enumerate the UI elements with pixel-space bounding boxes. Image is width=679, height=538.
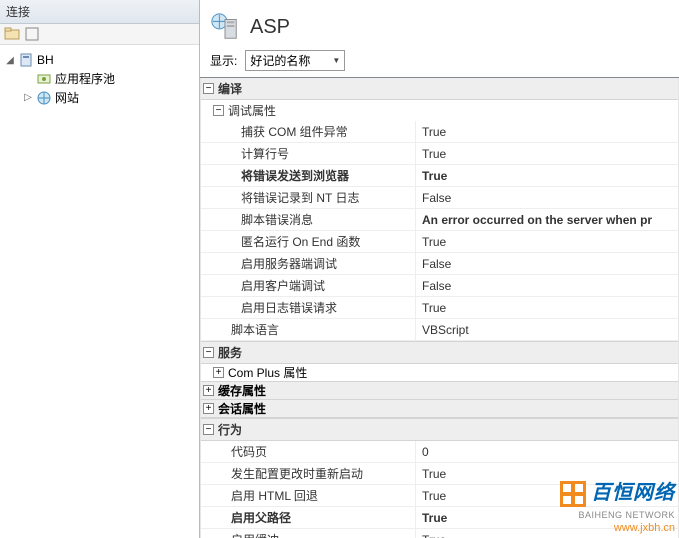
display-filter-row: 显示: 好记的名称 ▼: [200, 48, 679, 77]
property-value[interactable]: 0: [416, 443, 678, 461]
property-label: 计算行号: [201, 143, 416, 164]
property-row[interactable]: 脚本语言VBScript: [201, 319, 678, 341]
property-label: 脚本语言: [201, 319, 416, 340]
property-value[interactable]: VBScript: [416, 321, 678, 339]
expand-icon[interactable]: ▷: [22, 92, 34, 104]
property-value[interactable]: True: [416, 233, 678, 251]
property-value[interactable]: False: [416, 277, 678, 295]
category-row-service[interactable]: − 服务: [201, 341, 678, 364]
connections-title: 连接: [0, 0, 199, 24]
property-row[interactable]: 启用服务器端调试False: [201, 253, 678, 275]
page-title: ASP: [250, 16, 290, 39]
property-label: 捕获 COM 组件异常: [201, 121, 416, 142]
content-header: ASP: [200, 0, 679, 48]
expand-box-icon[interactable]: +: [213, 367, 224, 378]
property-row[interactable]: 将错误发送到浏览器True: [201, 165, 678, 187]
property-row[interactable]: 匿名运行 On End 函数True: [201, 231, 678, 253]
category-label: 缓存属性: [218, 382, 266, 399]
property-value[interactable]: False: [416, 189, 678, 207]
property-row[interactable]: 脚本错误消息An error occurred on the server wh…: [201, 209, 678, 231]
refresh-icon[interactable]: [24, 26, 40, 42]
tree-server-node[interactable]: ◢ BH: [0, 51, 199, 69]
connections-panel: 连接 ◢ BH 应用程序池 ▷ 网站: [0, 0, 200, 538]
property-row[interactable]: 启用日志错误请求True: [201, 297, 678, 319]
property-label: 脚本错误消息: [201, 209, 416, 230]
property-label: 将错误记录到 NT 日志: [201, 187, 416, 208]
category-label: 服务: [218, 342, 242, 363]
display-select[interactable]: 好记的名称 ▼: [245, 50, 345, 71]
property-label: 启用日志错误请求: [201, 297, 416, 318]
folder-icon[interactable]: [4, 26, 20, 42]
property-value[interactable]: An error occurred on the server when pr: [416, 211, 678, 229]
display-select-value: 好记的名称: [250, 52, 310, 69]
category-label: 调试属性: [228, 100, 276, 121]
category-row-compile[interactable]: − 编译: [201, 78, 678, 100]
category-row-complus[interactable]: + Com Plus 属性: [201, 364, 678, 382]
property-grid[interactable]: − 编译 − 调试属性 捕获 COM 组件异常True 计算行号True 将错误…: [200, 77, 679, 538]
property-label: 将错误发送到浏览器: [201, 165, 416, 186]
watermark-en: BAIHENG NETWORK: [560, 510, 675, 520]
display-label: 显示:: [210, 52, 237, 69]
category-label: 行为: [218, 419, 242, 440]
tree-app-pools[interactable]: 应用程序池: [0, 69, 199, 88]
collapse-box-icon[interactable]: −: [203, 424, 214, 435]
property-row[interactable]: 计算行号True: [201, 143, 678, 165]
sites-icon: [36, 90, 52, 106]
chevron-down-icon: ▼: [332, 56, 340, 65]
category-row-session[interactable]: + 会话属性: [201, 400, 678, 418]
property-label: 启用 HTML 回退: [201, 485, 416, 506]
expand-box-icon[interactable]: +: [203, 403, 214, 414]
property-value[interactable]: True: [416, 299, 678, 317]
property-value[interactable]: True: [416, 167, 678, 185]
expand-box-icon[interactable]: +: [203, 385, 214, 396]
property-row[interactable]: 捕获 COM 组件异常True: [201, 121, 678, 143]
property-row[interactable]: 代码页0: [201, 441, 678, 463]
collapse-box-icon[interactable]: −: [203, 347, 214, 358]
category-label: 编译: [218, 78, 242, 99]
spacer-icon: [22, 73, 34, 85]
property-value[interactable]: False: [416, 255, 678, 273]
property-label: 发生配置更改时重新启动: [201, 463, 416, 484]
property-row[interactable]: 启用客户端调试False: [201, 275, 678, 297]
category-label: Com Plus 属性: [228, 364, 307, 381]
category-row-debug[interactable]: − 调试属性: [201, 100, 678, 121]
category-label: 会话属性: [218, 400, 266, 417]
property-value[interactable]: True: [416, 123, 678, 141]
property-label: 启用父路径: [201, 507, 416, 528]
property-label: 匿名运行 On End 函数: [201, 231, 416, 252]
property-label: 启用服务器端调试: [201, 253, 416, 274]
watermark-cn: 百恒网络: [591, 482, 675, 504]
property-label: 代码页: [201, 441, 416, 462]
property-label: 启用客户端调试: [201, 275, 416, 296]
asp-icon: [210, 12, 240, 42]
tree-node-label: BH: [37, 53, 54, 67]
property-row[interactable]: 将错误记录到 NT 日志False: [201, 187, 678, 209]
watermark: 百恒网络 BAIHENG NETWORK www.jxbh.cn: [560, 476, 675, 534]
content-panel: ASP 显示: 好记的名称 ▼ − 编译 − 调试属性 捕获 COM 组件异常T…: [200, 0, 679, 538]
server-icon: [18, 52, 34, 68]
property-value[interactable]: True: [416, 145, 678, 163]
app-pools-icon: [36, 71, 52, 87]
tree-node-label: 应用程序池: [55, 70, 115, 87]
collapse-icon[interactable]: ◢: [4, 54, 16, 66]
category-row-behavior[interactable]: − 行为: [201, 418, 678, 441]
property-label: 启用缓冲: [201, 529, 416, 538]
tree-node-label: 网站: [55, 89, 79, 106]
connections-toolbar: [0, 24, 199, 45]
category-row-cache[interactable]: + 缓存属性: [201, 382, 678, 400]
connections-tree: ◢ BH 应用程序池 ▷ 网站: [0, 45, 199, 113]
tree-sites[interactable]: ▷ 网站: [0, 88, 199, 107]
watermark-url: www.jxbh.cn: [560, 522, 675, 534]
collapse-box-icon[interactable]: −: [203, 83, 214, 94]
collapse-box-icon[interactable]: −: [213, 105, 224, 116]
watermark-logo-icon: [560, 481, 586, 510]
